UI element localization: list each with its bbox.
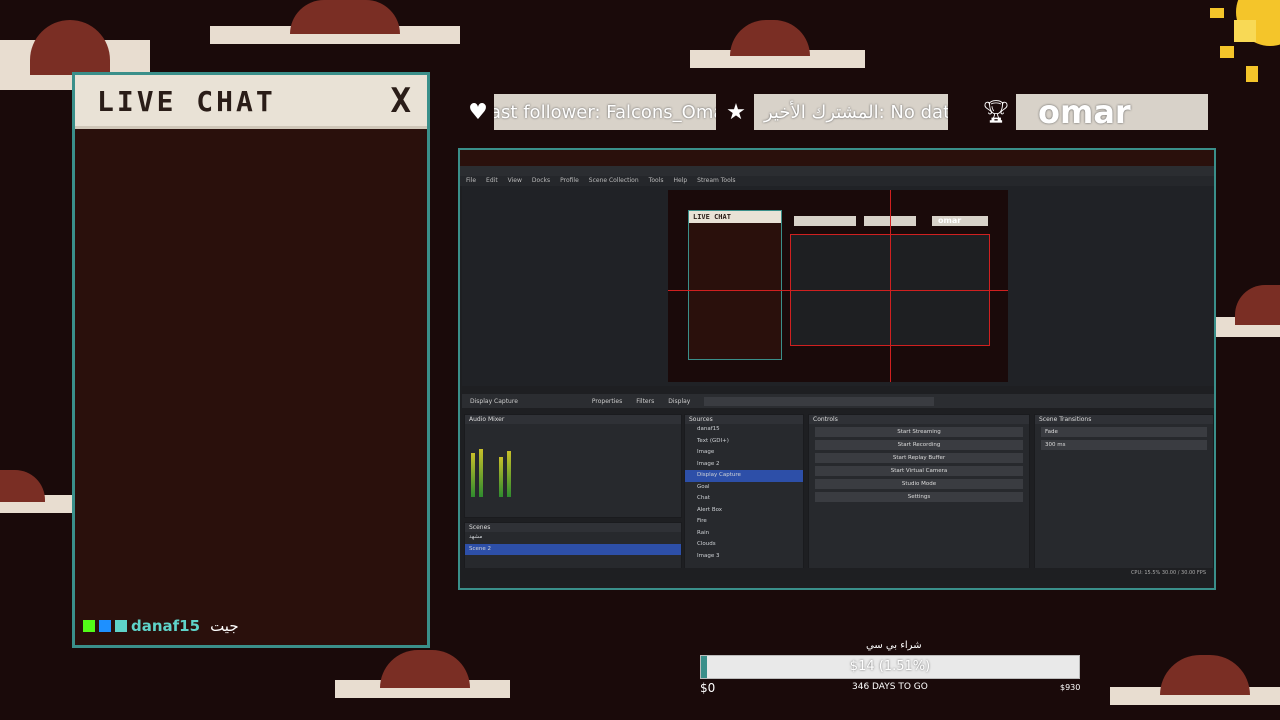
obs-docks: Display Capture Properties Filters Displ… xyxy=(462,388,1214,578)
menu-view[interactable]: View xyxy=(508,176,522,186)
audio-meter xyxy=(471,453,475,497)
sub-badge-icon xyxy=(115,620,127,632)
obs-window-capture: File Edit View Docks Profile Scene Colle… xyxy=(458,148,1216,590)
source-item[interactable]: Image 2 xyxy=(685,459,803,471)
obs-preview-canvas[interactable]: LIVE CHAT omar xyxy=(668,190,1008,382)
sources-panel: Sources danaf15 Text (GDI+) Image Image … xyxy=(684,414,804,572)
display-select[interactable] xyxy=(704,396,935,406)
chat-title: LIVE CHAT xyxy=(97,85,276,118)
display-label: Display xyxy=(668,397,691,405)
cloud-decoration xyxy=(1215,275,1280,340)
top-name-box: omar xyxy=(1016,94,1208,130)
alignment-guide-vertical xyxy=(890,190,891,382)
source-item[interactable]: Image xyxy=(685,447,803,459)
scenes-panel: Scenes مشهد Scene 2 xyxy=(464,522,682,572)
start-streaming-button[interactable]: Start Streaming xyxy=(815,427,1023,437)
replay-buffer-button[interactable]: Start Replay Buffer xyxy=(815,453,1023,463)
menu-scene-collection[interactable]: Scene Collection xyxy=(589,176,639,186)
verified-badge-icon xyxy=(99,620,111,632)
last-subscriber-text: المشترك الأخير: No data xyxy=(764,101,948,123)
sources-title: Sources xyxy=(685,415,803,424)
alignment-guide-horizontal xyxy=(668,290,1008,291)
properties-button[interactable]: Properties xyxy=(592,398,622,405)
kick-badge-icon xyxy=(83,620,95,632)
sun-icon xyxy=(1210,0,1280,82)
mini-top-name: omar xyxy=(938,216,962,225)
chat-header: LIVE CHAT X xyxy=(75,75,427,129)
virtual-camera-button[interactable]: Start Virtual Camera xyxy=(815,466,1023,476)
cloud-decoration xyxy=(1110,655,1280,710)
menu-tools[interactable]: Tools xyxy=(649,176,664,186)
menu-profile[interactable]: Profile xyxy=(560,176,579,186)
obs-status-bar: CPU: 15.5% 30.00 / 30.00 FPS xyxy=(462,568,1214,578)
live-chat-panel: LIVE CHAT X danaf15 جيت xyxy=(72,72,430,648)
source-toolbar: Display Capture Properties Filters Displ… xyxy=(462,394,1214,408)
source-item[interactable]: Alert Box xyxy=(685,505,803,517)
transitions-panel: Scene Transitions Fade 300 ms xyxy=(1034,414,1214,572)
source-item[interactable]: Image 3 xyxy=(685,551,803,563)
transition-duration[interactable]: 300 ms xyxy=(1041,440,1207,450)
mini-follower-box xyxy=(794,216,856,226)
controls-panel: Controls Start Streaming Start Recording… xyxy=(808,414,1030,572)
start-recording-button[interactable]: Start Recording xyxy=(815,440,1023,450)
menu-help[interactable]: Help xyxy=(673,176,687,186)
studio-mode-button[interactable]: Studio Mode xyxy=(815,479,1023,489)
source-item[interactable]: Goal xyxy=(685,482,803,494)
audio-mixer-title: Audio Mixer xyxy=(465,415,681,424)
mini-chat-title: LIVE CHAT xyxy=(689,211,781,223)
menu-file[interactable]: File xyxy=(466,176,476,186)
transition-select[interactable]: Fade xyxy=(1041,427,1207,437)
audio-meter xyxy=(499,457,503,497)
menu-edit[interactable]: Edit xyxy=(486,176,498,186)
scenes-title: Scenes xyxy=(465,523,681,532)
audio-meter xyxy=(507,451,511,497)
menu-docks[interactable]: Docks xyxy=(532,176,550,186)
last-subscriber-box: المشترك الأخير: No data xyxy=(754,94,948,130)
goal-max: $930 xyxy=(1060,683,1081,692)
goal-progress-text: $14 (1.51%) xyxy=(849,659,931,674)
last-follower-text: Last follower: Falcons_Omar xyxy=(494,101,716,123)
heart-icon: ♥ xyxy=(468,99,488,125)
last-follower-box: Last follower: Falcons_Omar xyxy=(494,94,716,130)
obs-titlebar xyxy=(460,166,1214,176)
cloud-decoration xyxy=(210,0,460,46)
goal-min: $0 xyxy=(700,681,716,695)
goal-title: شراء بي سي xyxy=(866,640,922,651)
scene-item[interactable]: Scene 2 xyxy=(465,543,681,555)
source-item-selected[interactable]: Display Capture xyxy=(685,470,803,482)
chat-message: danaf15 جيت xyxy=(83,617,239,635)
source-item[interactable]: Rain xyxy=(685,528,803,540)
source-item[interactable]: Fire xyxy=(685,516,803,528)
mini-live-chat: LIVE CHAT xyxy=(688,210,782,360)
goal-days-left: 346 DAYS TO GO xyxy=(852,682,928,692)
obs-menubar: File Edit View Docks Profile Scene Colle… xyxy=(460,176,1214,186)
scene-item[interactable]: مشهد xyxy=(465,532,681,544)
settings-button[interactable]: Settings xyxy=(815,492,1023,502)
goal-progress-bar: $14 (1.51%) xyxy=(700,655,1080,679)
source-item[interactable]: Chat xyxy=(685,493,803,505)
cloud-decoration xyxy=(335,650,510,700)
filters-button[interactable]: Filters xyxy=(636,398,654,405)
audio-meter xyxy=(479,449,483,497)
audio-mixer-panel: Audio Mixer xyxy=(464,414,682,518)
trophy-icon: 🏆︎ xyxy=(982,99,1010,125)
menu-stream-tools[interactable]: Stream Tools xyxy=(697,176,735,186)
toolbar-source-name: Display Capture xyxy=(470,397,518,405)
source-item[interactable]: danaf15 xyxy=(685,424,803,436)
close-icon[interactable]: X xyxy=(391,81,411,121)
chat-message-text: جيت xyxy=(210,617,239,635)
capture-top-strip xyxy=(460,150,1214,166)
star-icon: ★ xyxy=(726,99,746,125)
transitions-title: Scene Transitions xyxy=(1035,415,1213,424)
controls-title: Controls xyxy=(809,415,1029,424)
cloud-decoration xyxy=(690,20,865,70)
source-item[interactable]: Clouds xyxy=(685,539,803,551)
mini-top-name-box: omar xyxy=(932,216,988,226)
chat-username[interactable]: danaf15 xyxy=(131,617,200,635)
source-item[interactable]: Text (GDI+) xyxy=(685,436,803,448)
top-name-text: omar xyxy=(1038,94,1131,130)
